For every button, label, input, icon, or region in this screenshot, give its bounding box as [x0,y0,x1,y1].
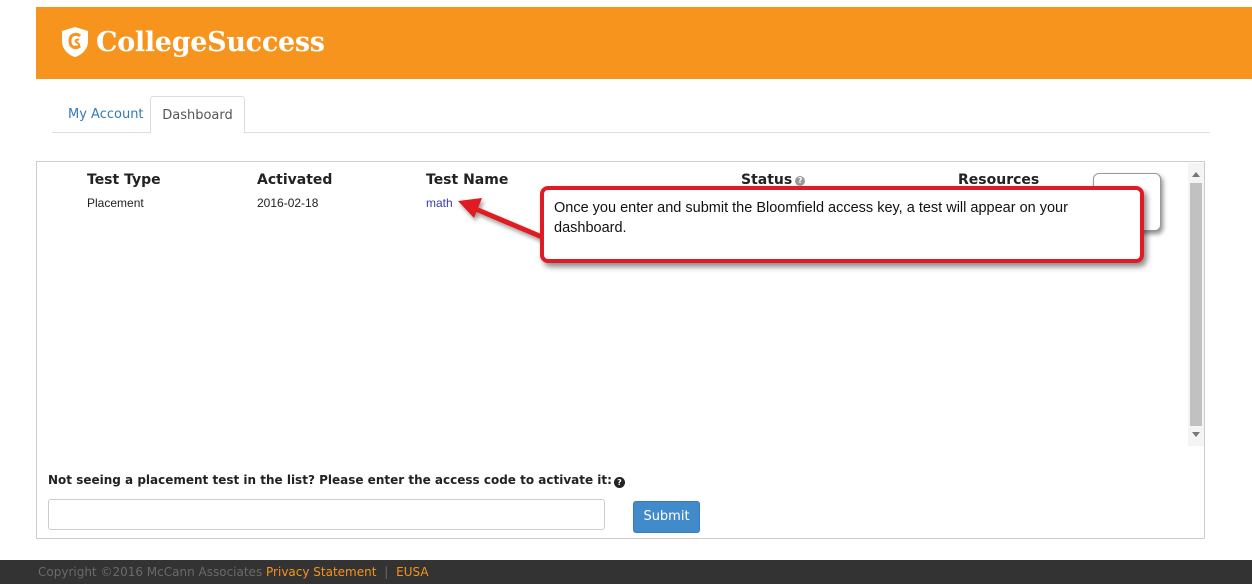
help-icon[interactable]: ? [795,176,806,186]
header-activated: Activated [257,172,333,188]
question-circle-icon[interactable]: ? [613,477,625,488]
privacy-statement-link[interactable]: Privacy Statement [266,565,376,579]
tab-my-account[interactable]: My Account [54,96,158,133]
row-test-type: Placement [87,196,144,210]
activation-prompt-text: Not seeing a placement test in the list?… [48,473,612,487]
site-footer: Copyright ©2016 McCann Associates Privac… [0,560,1252,584]
callout-text: Once you enter and submit the Bloomfield… [554,200,1068,236]
list-scrollbar[interactable] [1188,163,1204,446]
copyright-text: Copyright ©2016 McCann Associates [38,565,263,579]
footer-separator: | [384,565,389,579]
row-activated: 2016-02-18 [257,196,319,210]
activation-prompt: Not seeing a placement test in the list?… [48,473,625,488]
scrollbar-thumb[interactable] [1190,183,1202,426]
logo[interactable]: CollegeSuccess [58,25,325,59]
shield-logo-icon [62,27,88,57]
submit-button[interactable]: Submit [633,501,700,533]
test-name-link[interactable]: math [426,196,453,210]
header-test-type: Test Type [87,172,161,188]
access-code-input[interactable] [48,499,605,530]
scroll-up-arrow-icon[interactable] [1192,172,1200,177]
header-test-name: Test Name [426,172,509,188]
site-header: CollegeSuccess [36,7,1252,79]
eusa-link[interactable]: EUSA [396,565,428,579]
instruction-callout: Once you enter and submit the Bloomfield… [540,186,1144,263]
tab-dashboard[interactable]: Dashboard [150,96,245,134]
brand-name: CollegeSuccess [96,26,325,58]
account-tabs: My Account Dashboard [52,96,1210,134]
scroll-down-arrow-icon[interactable] [1192,432,1200,437]
